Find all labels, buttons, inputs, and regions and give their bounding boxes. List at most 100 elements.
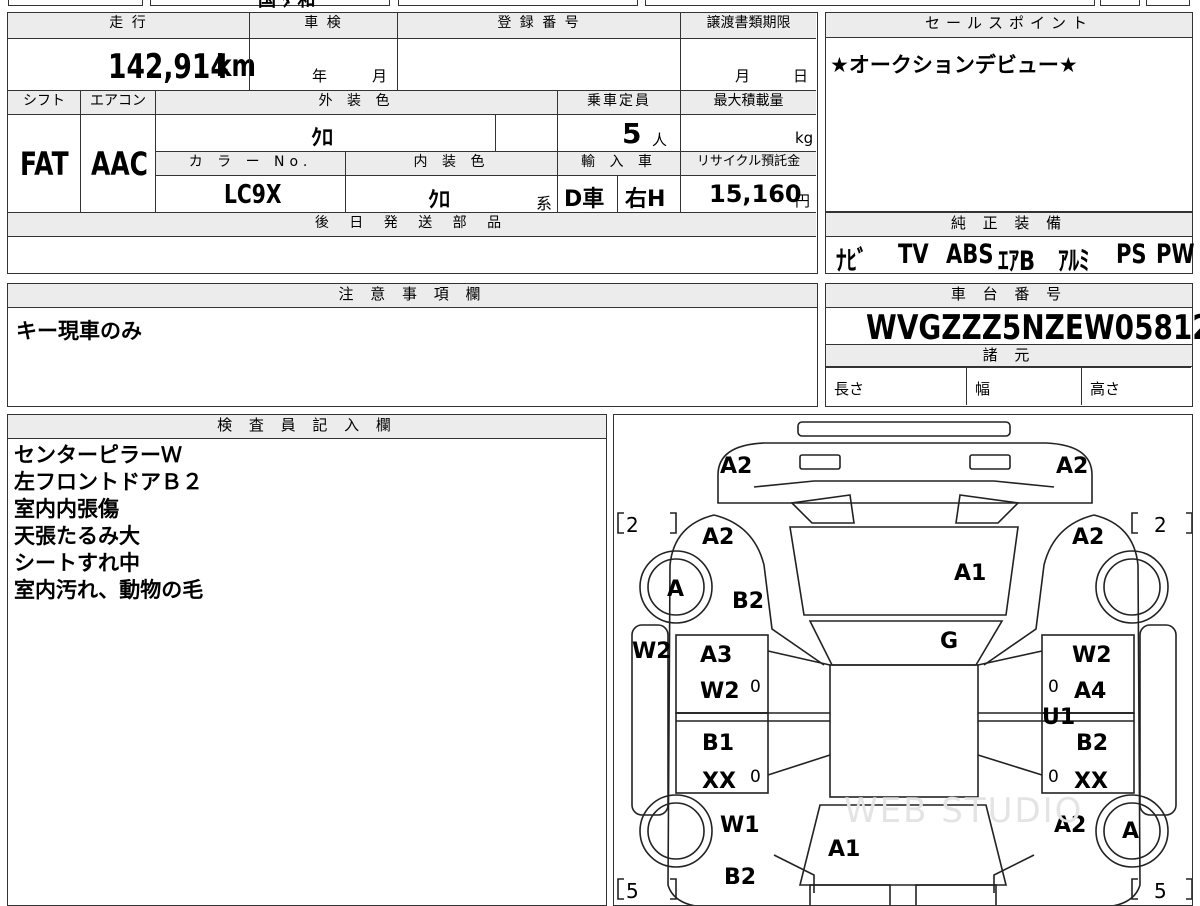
chassis-header: 車 台 番 号 — [826, 284, 1192, 308]
shift-header: シフト — [8, 90, 80, 114]
mark-left-front-door-w: W2 — [700, 679, 740, 704]
notes-header: 注 意 事 項 欄 — [8, 284, 817, 308]
color-no-cell: LC9X — [155, 175, 345, 212]
mileage-value: 142,914 — [108, 47, 229, 87]
exterior-color-sub-cell — [495, 114, 557, 151]
inspector-line: 天張たるみ大 — [14, 524, 140, 548]
inspector-line: 左フロントドアＢ２ — [14, 470, 203, 494]
specs-header: 諸 元 — [826, 344, 1192, 367]
mark-right-fender: A2 — [1072, 525, 1105, 550]
recycle-header: リサイクル預託金 — [680, 151, 816, 175]
inspector-header: 検 査 員 記 入 欄 — [8, 415, 606, 439]
recycle-unit: 円 — [795, 192, 811, 210]
mileage-header: 走 行 — [8, 13, 249, 38]
shaken-year: 年 — [312, 67, 328, 85]
max-load-unit: kg — [795, 129, 814, 147]
mark-left-rear-b: B2 — [724, 865, 757, 890]
spec-height-cell: 高さ — [1081, 367, 1191, 405]
tire-front-left: 2 — [626, 513, 639, 537]
top-fragment: 国 ﾀ 和 — [258, 0, 316, 8]
registration-cell — [397, 38, 680, 90]
mark-right-rear-door: B2 — [1076, 731, 1109, 756]
mark-left-pillar: W2 — [632, 639, 672, 664]
recycle-cell: 15,160 円 — [680, 175, 816, 212]
transfer-day: 日 — [793, 67, 809, 85]
mark-left-front-door: A3 — [700, 643, 733, 668]
mark-zero: 0 — [1048, 767, 1059, 787]
inspector-line: シートすれ中 — [14, 551, 140, 575]
import-steering-cell: 右H — [617, 175, 680, 212]
import-maker: D車 — [564, 187, 605, 212]
interior-color-suffix: 系 — [536, 194, 553, 213]
notes-text: キー現車のみ — [16, 319, 142, 343]
mark-front-left: A2 — [720, 454, 753, 479]
exterior-color-header: 外 装 色 — [155, 90, 557, 114]
equipment-abs: ABS — [946, 239, 994, 270]
color-no-header: カ ラ ー No. — [155, 151, 345, 175]
shift-cell: FAT — [8, 114, 80, 212]
shaken-cell: 年 月 — [249, 38, 397, 90]
genuine-equipment-header: 純 正 装 備 — [826, 213, 1192, 237]
exterior-color-value: ｸﾛ — [311, 126, 334, 151]
equipment-ps: PS — [1116, 239, 1147, 270]
notes-box: 注 意 事 項 欄 キー現車のみ — [7, 283, 818, 407]
shift-value: FAT — [20, 145, 69, 183]
mark-windshield: G — [940, 629, 959, 654]
spec-length-label: 長さ — [834, 380, 865, 398]
recycle-value: 15,160 — [709, 180, 802, 208]
damage-diagram-box: A2 A2 2 2 A2 A2 A1 A B2 G W2 A3 W2 W2 0 … — [613, 414, 1193, 906]
mark-left-rear-door: B1 — [702, 731, 735, 756]
max-load-cell: kg — [680, 114, 816, 151]
mark-right-sill: U1 — [1042, 705, 1076, 730]
mark-hood: A1 — [954, 561, 987, 586]
shaken-month: 月 — [372, 67, 388, 85]
inspector-lines: センターピラーＷ 左フロントドアＢ２ 室内内張傷 天張たるみ大 シートすれ中 室… — [14, 442, 203, 604]
inspector-box: 検 査 員 記 入 欄 センターピラーＷ 左フロントドアＢ２ 室内内張傷 天張た… — [7, 414, 607, 906]
watermark: WEB STUDIO — [844, 791, 1084, 831]
sales-point-header: セールスポイント — [826, 13, 1192, 38]
spec-height-label: 高さ — [1090, 380, 1121, 398]
shaken-header: 車 検 — [249, 13, 397, 38]
color-no-value: LC9X — [224, 180, 282, 210]
mark-left-tire-front: A — [667, 577, 685, 602]
import-header: 輸 入 車 — [557, 151, 680, 175]
inspector-line: センターピラーＷ — [14, 443, 182, 467]
chassis-box: 車 台 番 号 WVGZZZ5NZEW058122 諸 元 長さ 幅 高さ — [825, 283, 1200, 407]
transfer-cell: 月 日 — [680, 38, 816, 90]
mark-left-fender: A2 — [702, 525, 735, 550]
spec-width-label: 幅 — [975, 380, 991, 398]
mark-right-pillar: W2 — [1072, 643, 1112, 668]
max-load-header: 最大積載量 — [680, 90, 816, 114]
equipment-alloy: ｱﾙﾐ — [1058, 246, 1090, 277]
import-steering: 右H — [625, 187, 666, 212]
mark-zero: 0 — [1048, 677, 1059, 697]
genuine-equipment-list: ﾅﾋﾞ TV ABS ｴｱB ｱﾙﾐ PS PW — [836, 239, 1195, 277]
interior-color-value: ｸﾛ — [428, 188, 451, 213]
exterior-color-cell: ｸﾛ — [155, 114, 495, 151]
mark-left-rear-xx: XX — [702, 769, 736, 794]
interior-color-cell: ｸﾛ 系 — [345, 175, 557, 213]
capacity-header: 乗車定員 — [557, 90, 680, 114]
mark-roof-rear: A1 — [828, 837, 861, 862]
spec-length-cell: 長さ — [826, 367, 966, 405]
sales-point-box: セールスポイント ★オークションデビュー★ — [825, 12, 1193, 212]
mark-left-front-b: B2 — [732, 589, 765, 614]
mark-zero: 0 — [750, 767, 761, 787]
capacity-cell: 5 人 — [557, 114, 680, 151]
tire-rear-left: 5 — [626, 879, 639, 903]
mileage-cell: 142,914 km — [8, 38, 256, 90]
mark-front-right: A2 — [1056, 454, 1089, 479]
transfer-month: 月 — [735, 67, 751, 85]
spec-width-cell: 幅 — [966, 367, 1081, 405]
transfer-header: 譲渡書類期限 — [680, 13, 816, 38]
registration-header: 登 録 番 号 — [397, 13, 680, 38]
mark-right-front-door: A4 — [1074, 679, 1107, 704]
later-parts-header: 後 日 発 送 部 品 — [8, 212, 816, 236]
mark-right-tire-rear: A — [1122, 819, 1140, 844]
chassis-number: WVGZZZ5NZEW058122 — [866, 308, 1200, 348]
aircon-header: エアコン — [80, 90, 155, 114]
vehicle-info-grid: 走 行 車 検 登 録 番 号 譲渡書類期限 142,914 km 年 月 月 … — [7, 12, 818, 274]
equipment-navi: ﾅﾋﾞ — [836, 246, 868, 277]
top-strip: 国 ﾀ 和 — [0, 0, 1200, 8]
tire-rear-right: 5 — [1154, 879, 1167, 903]
